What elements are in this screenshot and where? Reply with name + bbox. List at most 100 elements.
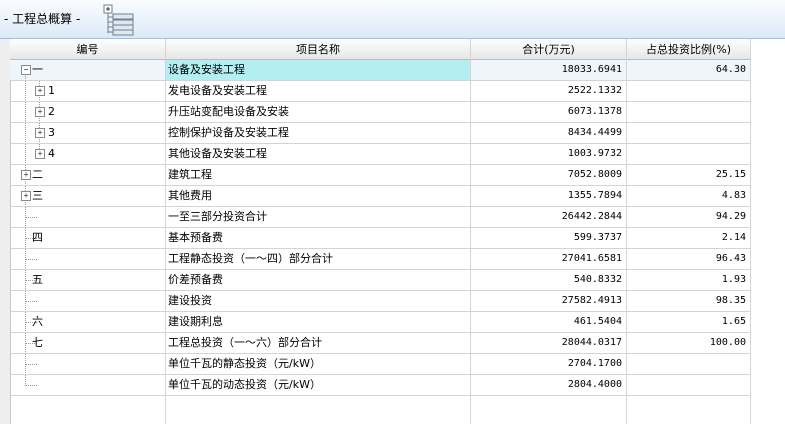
table-row[interactable]: 四 基本预备费 599.3737 2.14 — [10, 228, 751, 249]
percent-cell[interactable]: 98.35 — [627, 291, 751, 312]
table-row[interactable]: +4 其他设备及安装工程 1003.9732 — [10, 144, 751, 165]
total-cell[interactable]: 27041.6581 — [471, 249, 627, 270]
item-name-cell[interactable]: 控制保护设备及安装工程 — [166, 123, 471, 144]
total-cell[interactable]: 7052.8009 — [471, 165, 627, 186]
table-row[interactable]: 建设投资 27582.4913 98.35 — [10, 291, 751, 312]
percent-cell[interactable]: 25.15 — [627, 165, 751, 186]
item-name-cell[interactable]: 设备及安装工程 — [166, 60, 471, 81]
item-name-cell[interactable]: 升压站变配电设备及安装 — [166, 102, 471, 123]
total-cell[interactable]: 599.3737 — [471, 228, 627, 249]
code-label: 七 — [32, 336, 43, 349]
table-row[interactable]: 单位千瓦的静态投资（元/kW） 2704.1700 — [10, 354, 751, 375]
code-cell: +1 — [10, 81, 166, 102]
expand-icon[interactable]: + — [35, 107, 45, 117]
percent-cell[interactable] — [627, 354, 751, 375]
expand-icon[interactable]: + — [35, 86, 45, 96]
item-name-cell[interactable]: 工程静态投资（一～四）部分合计 — [166, 249, 471, 270]
percent-cell[interactable]: 1.93 — [627, 270, 751, 291]
item-name-cell[interactable]: 工程总投资（一～六）部分合计 — [166, 333, 471, 354]
total-cell[interactable]: 18033.6941 — [471, 60, 627, 81]
table-row[interactable]: 单位千瓦的动态投资（元/kW） 2804.4000 — [10, 375, 751, 396]
total-cell[interactable]: 8434.4499 — [471, 123, 627, 144]
column-header-code[interactable]: 编号 — [10, 39, 166, 60]
percent-cell[interactable]: 100.00 — [627, 333, 751, 354]
expand-icon[interactable]: + — [21, 170, 31, 180]
expand-icon[interactable]: + — [35, 128, 45, 138]
code-cell: 七 — [10, 333, 166, 354]
column-header-percent[interactable]: 占总投资比例(%) — [627, 39, 751, 60]
total-cell[interactable]: 1003.9732 — [471, 144, 627, 165]
percent-cell[interactable]: 64.30 — [627, 60, 751, 81]
tree-line — [25, 102, 26, 122]
table-row[interactable]: 七 工程总投资（一～六）部分合计 28044.0317 100.00 — [10, 333, 751, 354]
item-name-cell[interactable]: 发电设备及安装工程 — [166, 81, 471, 102]
table-row[interactable]: + 二建筑工程 7052.8009 25.15 — [10, 165, 751, 186]
percent-cell[interactable]: 1.65 — [627, 312, 751, 333]
total-cell[interactable]: 2704.1700 — [471, 354, 627, 375]
tree-structure-icon[interactable] — [103, 4, 135, 36]
code-cell — [10, 354, 166, 375]
total-cell[interactable]: 461.5404 — [471, 312, 627, 333]
item-name-cell[interactable]: 其他设备及安装工程 — [166, 144, 471, 165]
total-cell[interactable]: 2522.1332 — [471, 81, 627, 102]
column-header-total[interactable]: 合计(万元) — [471, 39, 627, 60]
panel-title: - 工程总概算 - — [4, 12, 81, 26]
expand-icon[interactable]: + — [21, 191, 31, 201]
code-cell: 五 — [10, 270, 166, 291]
total-cell[interactable]: 27582.4913 — [471, 291, 627, 312]
percent-cell[interactable]: 4.83 — [627, 186, 751, 207]
code-cell: − 一 — [10, 60, 166, 81]
tree-line — [25, 385, 37, 386]
tree-line — [25, 144, 26, 164]
item-name-cell[interactable]: 单位千瓦的动态投资（元/kW） — [166, 375, 471, 396]
code-label: 4 — [48, 147, 55, 160]
total-cell[interactable]: 2804.4000 — [471, 375, 627, 396]
panel-header: - 工程总概算 - — [0, 0, 785, 39]
item-name-cell[interactable]: 单位千瓦的静态投资（元/kW） — [166, 354, 471, 375]
percent-cell[interactable]: 2.14 — [627, 228, 751, 249]
code-label: 一 — [32, 63, 43, 76]
table-row[interactable]: 六 建设期利息 461.5404 1.65 — [10, 312, 751, 333]
percent-cell[interactable] — [627, 144, 751, 165]
item-name-cell[interactable]: 建设期利息 — [166, 312, 471, 333]
code-label: 六 — [32, 315, 43, 328]
total-cell[interactable]: 28044.0317 — [471, 333, 627, 354]
tree-line — [25, 217, 37, 218]
table-row[interactable]: +1 发电设备及安装工程 2522.1332 — [10, 81, 751, 102]
table-row[interactable]: + 三 其他费用 1355.7894 4.83 — [10, 186, 751, 207]
total-cell[interactable]: 26442.2844 — [471, 207, 627, 228]
code-label: 2 — [48, 105, 55, 118]
table-row[interactable]: 工程静态投资（一～四）部分合计 27041.6581 96.43 — [10, 249, 751, 270]
code-label: 1 — [48, 84, 55, 97]
tree-line — [25, 259, 37, 260]
percent-cell[interactable] — [627, 375, 751, 396]
table-row[interactable]: +3 控制保护设备及安装工程 8434.4499 — [10, 123, 751, 144]
total-cell[interactable]: 6073.1378 — [471, 102, 627, 123]
percent-cell[interactable]: 94.29 — [627, 207, 751, 228]
item-name-cell[interactable]: 基本预备费 — [166, 228, 471, 249]
total-cell[interactable]: 540.8332 — [471, 270, 627, 291]
item-name-cell[interactable]: 建筑工程 — [166, 165, 471, 186]
item-name-cell[interactable]: 一至三部分投资合计 — [166, 207, 471, 228]
code-label: 三 — [32, 189, 43, 202]
collapse-icon[interactable]: − — [21, 65, 31, 75]
table-row[interactable]: 五 价差预备费 540.8332 1.93 — [10, 270, 751, 291]
table-row[interactable]: +2 升压站变配电设备及安装 6073.1378 — [10, 102, 751, 123]
code-cell — [10, 291, 166, 312]
item-name-cell[interactable]: 建设投资 — [166, 291, 471, 312]
item-name-cell[interactable]: 价差预备费 — [166, 270, 471, 291]
table-row[interactable]: 一至三部分投资合计 26442.2844 94.29 — [10, 207, 751, 228]
expand-icon[interactable]: + — [35, 149, 45, 159]
table-row[interactable]: − 一设备及安装工程 18033.6941 64.30 — [10, 60, 751, 81]
code-cell: 六 — [10, 312, 166, 333]
percent-cell[interactable] — [627, 81, 751, 102]
tree-line — [25, 364, 37, 365]
percent-cell[interactable] — [627, 102, 751, 123]
percent-cell[interactable]: 96.43 — [627, 249, 751, 270]
column-header-name[interactable]: 项目名称 — [166, 39, 471, 60]
percent-cell[interactable] — [627, 123, 751, 144]
code-cell — [10, 249, 166, 270]
item-name-cell[interactable]: 其他费用 — [166, 186, 471, 207]
code-label: 3 — [48, 126, 55, 139]
total-cell[interactable]: 1355.7894 — [471, 186, 627, 207]
